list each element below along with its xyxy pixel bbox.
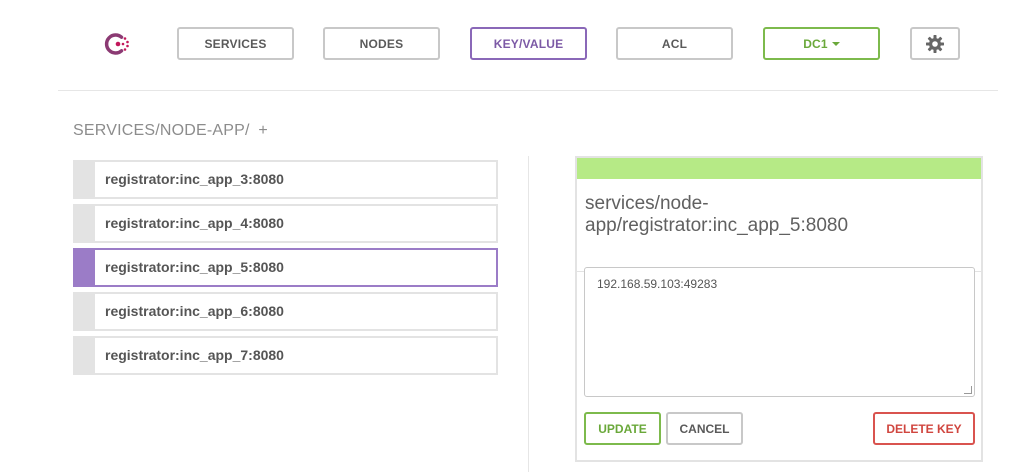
- breadcrumb: SERVICES/NODE-APP/ +: [73, 122, 268, 140]
- key-item-label: registrator:inc_app_3:8080: [105, 171, 284, 187]
- consul-logo-icon[interactable]: [102, 28, 134, 60]
- key-item-tag: [75, 206, 95, 241]
- key-list: registrator:inc_app_3:8080 registrator:i…: [73, 160, 498, 380]
- column-divider: [528, 156, 529, 472]
- key-value-textarea[interactable]: 192.168.59.103:49283: [584, 267, 975, 397]
- cancel-button[interactable]: CANCEL: [666, 412, 743, 445]
- breadcrumb-path[interactable]: SERVICES/NODE-APP/: [73, 122, 250, 139]
- delete-key-button[interactable]: DELETE KEY: [873, 412, 975, 445]
- key-editor-title: services/node- app/registrator:inc_app_5…: [577, 179, 981, 272]
- nav-nodes-button[interactable]: NODES: [323, 27, 440, 60]
- key-value-text: 192.168.59.103:49283: [597, 277, 718, 291]
- caret-down-icon: [831, 41, 840, 46]
- nav-services-button[interactable]: SERVICES: [177, 27, 294, 60]
- key-item-tag: [75, 162, 95, 197]
- key-item-tag: [75, 294, 95, 329]
- nav-divider: [58, 90, 998, 91]
- resize-handle-icon[interactable]: [964, 386, 972, 394]
- key-title-line2: app/registrator:inc_app_5:8080: [585, 215, 849, 236]
- key-list-item[interactable]: registrator:inc_app_6:8080: [73, 292, 498, 331]
- datacenter-dropdown[interactable]: DC1: [763, 27, 880, 60]
- key-item-label: registrator:inc_app_5:8080: [105, 259, 284, 275]
- key-item-label: registrator:inc_app_4:8080: [105, 215, 284, 231]
- key-list-item[interactable]: registrator:inc_app_4:8080: [73, 204, 498, 243]
- top-navbar: SERVICES NODES KEY/VALUE ACL DC1: [0, 0, 1020, 90]
- key-title-line1: services/node-: [585, 193, 709, 214]
- key-editor-panel: services/node- app/registrator:inc_app_5…: [575, 156, 983, 462]
- update-button[interactable]: UPDATE: [584, 412, 661, 445]
- settings-button[interactable]: [910, 27, 960, 60]
- key-item-tag: [75, 250, 95, 285]
- key-list-item-selected[interactable]: registrator:inc_app_5:8080: [73, 248, 498, 287]
- key-item-label: registrator:inc_app_6:8080: [105, 303, 284, 319]
- key-list-item[interactable]: registrator:inc_app_3:8080: [73, 160, 498, 199]
- add-key-button[interactable]: +: [258, 122, 268, 139]
- key-list-item[interactable]: registrator:inc_app_7:8080: [73, 336, 498, 375]
- datacenter-label: DC1: [803, 36, 828, 51]
- nav-key-value-button[interactable]: KEY/VALUE: [470, 27, 587, 60]
- gear-icon: [926, 34, 944, 53]
- panel-status-bar: [577, 158, 981, 179]
- key-item-label: registrator:inc_app_7:8080: [105, 347, 284, 363]
- key-item-tag: [75, 338, 95, 373]
- nav-acl-button[interactable]: ACL: [616, 27, 733, 60]
